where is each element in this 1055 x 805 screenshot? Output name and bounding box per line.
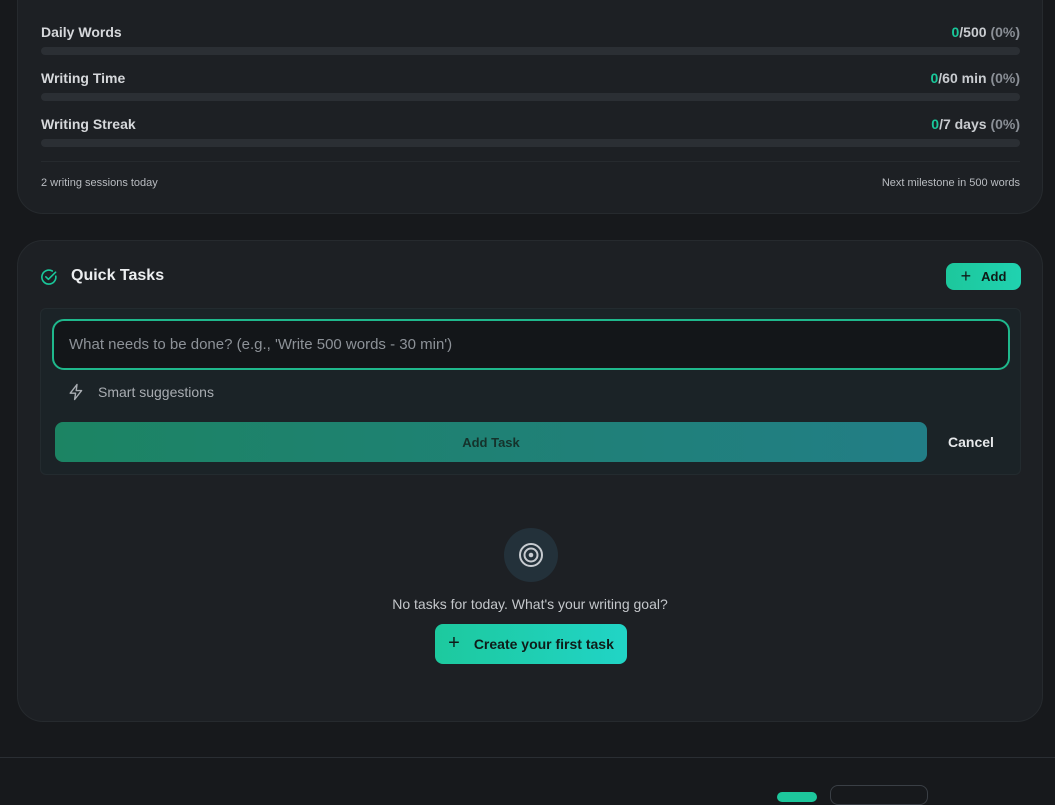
goal-value: 0/60 min (0%) [930, 70, 1021, 86]
plus-icon: + [960, 265, 972, 286]
add-task-button[interactable]: Add Task [55, 422, 927, 462]
create-first-task-button[interactable]: + Create your first task [435, 624, 627, 664]
goals-card: Daily Words 0/500 (0%) Writing Time 0/60… [17, 0, 1043, 214]
empty-state-text: No tasks for today. What's your writing … [392, 596, 668, 612]
sessions-today-text: 2 writing sessions today [41, 177, 158, 189]
target-icon [519, 543, 543, 567]
goal-row-daily-words: Daily Words 0/500 (0%) [41, 24, 1020, 64]
task-input[interactable] [52, 319, 1010, 370]
goal-value: 0/500 (0%) [951, 24, 1021, 40]
bottom-bar [0, 757, 1055, 805]
goal-progress-bar [41, 47, 1020, 55]
plus-icon: + [448, 632, 460, 654]
goal-progress-bar [41, 139, 1020, 147]
goals-divider [41, 161, 1020, 162]
smart-suggestions-label: Smart suggestions [98, 384, 214, 400]
goal-label: Writing Streak [41, 116, 136, 132]
goal-row-writing-streak: Writing Streak 0/7 days (0%) [41, 116, 1020, 156]
add-button[interactable]: + Add [946, 263, 1021, 290]
lightning-icon [69, 383, 83, 401]
add-button-label: Add [981, 269, 1007, 284]
goal-label: Daily Words [41, 24, 122, 40]
new-task-form: Smart suggestions Add Task Cancel [40, 308, 1021, 475]
goal-label: Writing Time [41, 70, 126, 86]
goal-value: 0/7 days (0%) [931, 116, 1020, 132]
check-circle-icon [41, 269, 57, 285]
goal-row-writing-time: Writing Time 0/60 min (0%) [41, 70, 1020, 110]
quick-tasks-card: Quick Tasks + Add Smart suggestions Add … [17, 240, 1043, 722]
quick-tasks-title: Quick Tasks [71, 267, 165, 284]
goal-progress-bar [41, 93, 1020, 101]
empty-state-icon [504, 528, 558, 582]
smart-suggestions-toggle[interactable]: Smart suggestions [67, 383, 214, 401]
next-milestone-text: Next milestone in 500 words [881, 177, 1020, 189]
create-first-task-label: Create your first task [473, 636, 614, 652]
cancel-button[interactable]: Cancel [946, 422, 996, 462]
bottom-button[interactable] [830, 785, 928, 805]
